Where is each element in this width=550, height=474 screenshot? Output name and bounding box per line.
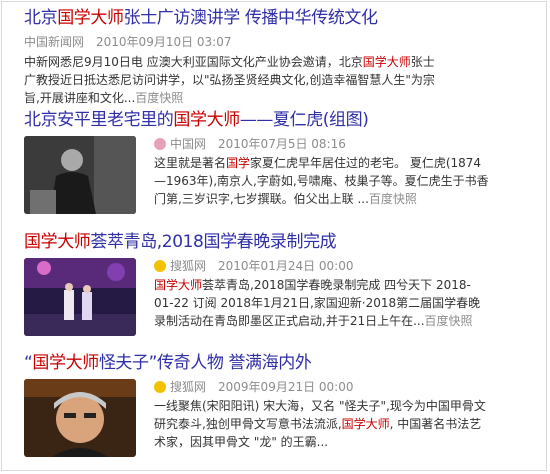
search-result-3: 国学大师荟萃青岛,2018国学春晚录制完成 搜狐网 2010年01月24日 00:… [24, 232, 544, 336]
title-highlight: 国学大师 [32, 353, 99, 373]
result-meta: 搜狐网 2010年01月24日 00:00 [154, 258, 490, 274]
result-meta: 中国网 2010年07月5日 08:16 [154, 136, 490, 152]
result-title-link[interactable]: 国学大师荟萃青岛,2018国学春晚录制完成 [24, 232, 544, 252]
result-meta: 中国新闻网 2010年09月10日 03:07 [24, 34, 544, 50]
sohu-icon [154, 260, 166, 272]
result-snippet: 一线聚焦(宋阳阳讯) 宋大海，又名 "怪夫子",现今为中国甲骨文研究泰斗,独创甲… [154, 399, 486, 449]
source-name: 搜狐网 [170, 259, 207, 273]
source-name: 搜狐网 [170, 380, 207, 394]
snapshot-link[interactable]: 百度快照 [369, 192, 417, 206]
result-body: 中国网 2010年07月5日 08:16 这里就是著名国学家夏仁虎早年居住过的老宅… [154, 136, 490, 208]
result-body: 搜狐网 2009年09月21日 00:00 一线聚焦(宋阳阳讯) 宋大海，又名 "… [154, 379, 490, 451]
title-highlight: 国学大师 [173, 110, 240, 130]
search-result-1: 北京国学大师张士广访澳讲学 传播中华传统文化 中国新闻网 2010年09月10日 … [24, 8, 544, 107]
source-name: 中国网 [170, 137, 207, 151]
result-snippet: 国学大师荟萃青岛,2018国学春晚录制完成 四兮天下 2018-01-22 订阅… [154, 278, 481, 328]
result-title-link[interactable]: 北京国学大师张士广访澳讲学 传播中华传统文化 [24, 8, 544, 28]
china-net-icon [154, 138, 166, 150]
title-highlight: 国学大师 [57, 8, 124, 28]
result-thumbnail[interactable] [24, 379, 136, 457]
publish-date: 2010年09月10日 03:07 [96, 35, 232, 49]
publish-date: 2010年07月5日 08:16 [218, 137, 346, 151]
title-highlight: 国学大师 [24, 232, 91, 252]
result-thumbnail[interactable] [24, 136, 136, 214]
result-title-link[interactable]: “国学大师怪夫子”传奇人物 誉满海内外 [24, 353, 544, 373]
result-title-link[interactable]: 北京安平里老宅里的国学大师——夏仁虎(组图) [24, 110, 544, 130]
publish-date: 2009年09月21日 00:00 [218, 380, 354, 394]
search-result-2: 北京安平里老宅里的国学大师——夏仁虎(组图) 中国网 2010年07月5日 08:… [24, 110, 544, 214]
publish-date: 2010年01月24日 00:00 [218, 259, 354, 273]
sohu-icon [154, 381, 166, 393]
snapshot-link[interactable]: 百度快照 [425, 314, 473, 328]
search-result-4: “国学大师怪夫子”传奇人物 誉满海内外 搜狐网 2009年09月21日 00:00… [24, 353, 544, 457]
result-thumbnail[interactable] [24, 258, 136, 336]
result-body: 搜狐网 2010年01月24日 00:00 国学大师荟萃青岛,2018国学春晚录制… [154, 258, 490, 330]
source-name: 中国新闻网 [24, 35, 85, 49]
result-snippet: 中新网悉尼9月10日电 应澳大利亚国际文化产业协会邀请，北京国学大师张士广教授近… [24, 55, 435, 105]
snapshot-link[interactable]: 百度快照 [135, 91, 183, 105]
result-snippet: 这里就是著名国学家夏仁虎早年居住过的老宅。 夏仁虎(1874—1963年),南京… [154, 156, 489, 206]
result-meta: 搜狐网 2009年09月21日 00:00 [154, 379, 490, 395]
